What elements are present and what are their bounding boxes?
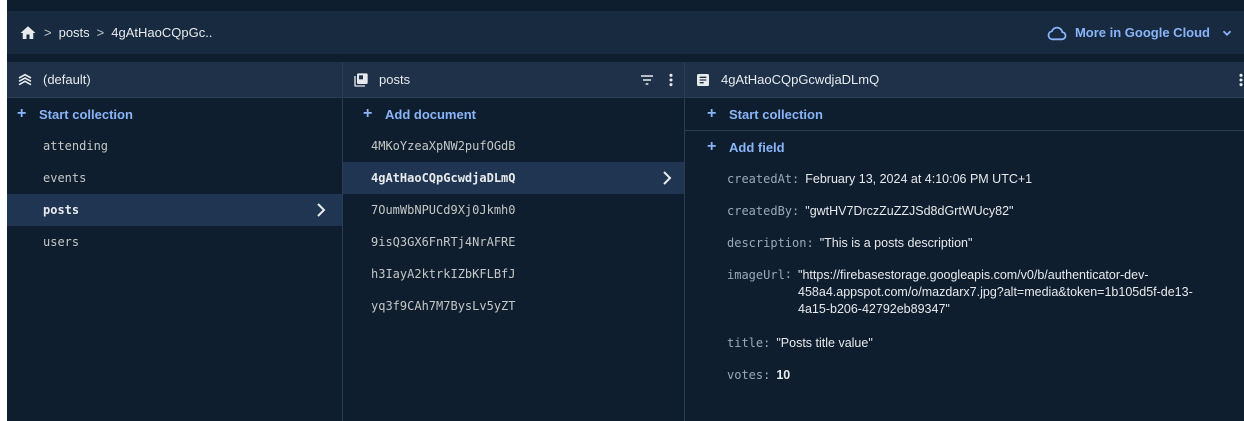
add-document-button[interactable]: + Add document (343, 98, 684, 130)
field-key: imageUrl (727, 268, 785, 282)
field-separator: : (763, 368, 771, 382)
document-item-label: h3IayA2ktrkIZbKFLBfJ (371, 267, 516, 281)
document-item[interactable]: h3IayA2ktrkIZbKFLBfJ (343, 258, 684, 290)
chevron-right-icon: > (96, 25, 105, 40)
field-key: votes (727, 368, 764, 382)
field-row[interactable]: description: "This is a posts description… (685, 227, 1244, 259)
field-key: createdAt (727, 172, 793, 186)
filter-icon[interactable] (638, 72, 656, 88)
start-subcollection-label: Start collection (729, 106, 823, 122)
field-row[interactable]: createdBy: "gwtHV7DrczZuZZJSd8dGrtWUcy82" (685, 195, 1244, 227)
breadcrumb-item-document[interactable]: 4gAtHaoCQpGc.. (111, 25, 212, 40)
breadcrumb: > posts > 4gAtHaoCQpGc.. (7, 24, 212, 42)
more-in-google-cloud-button[interactable]: More in Google Cloud (1046, 11, 1234, 54)
field-key: description (727, 236, 807, 250)
start-subcollection-button[interactable]: + Start collection (685, 98, 1244, 130)
chevron-right-icon (316, 203, 326, 217)
collection-item[interactable]: posts (7, 194, 342, 226)
field-row[interactable]: createdAt: February 13, 2024 at 4:10:06 P… (685, 163, 1244, 195)
plus-icon: + (707, 138, 717, 155)
field-key: title (727, 336, 764, 350)
add-field-button[interactable]: + Add field (685, 131, 1244, 163)
collection-icon (353, 72, 369, 88)
collection-item-label: attending (43, 139, 109, 153)
firestore-console: > posts > 4gAtHaoCQpGc.. More in Google … (7, 0, 1244, 421)
document-item-label: 4gAtHaoCQpGcwdjaDLmQ (371, 171, 516, 185)
document-panel-header: 4gAtHaoCQpGcwdjaDLmQ (685, 62, 1244, 97)
field-separator: : (806, 236, 814, 250)
plus-icon: + (363, 105, 373, 122)
collection-panel-title: posts (379, 72, 411, 87)
document-item-label: 4MKoYzeaXpNW2pufOGdB (371, 139, 516, 153)
field-row[interactable]: title: "Posts title value" (685, 327, 1244, 359)
field-value: 10 (776, 367, 791, 382)
add-document-label: Add document (385, 106, 476, 122)
field-separator: : (784, 267, 793, 281)
chevron-right-icon (662, 171, 672, 185)
root-panel-title: (default) (43, 72, 91, 87)
field-key: createdBy (727, 204, 793, 218)
add-field-label: Add field (729, 139, 785, 155)
root-panel: (default) + Start collection attending ev… (7, 62, 342, 421)
breadcrumb-bar: > posts > 4gAtHaoCQpGc.. More in Google … (7, 11, 1244, 54)
chevron-right-icon: > (44, 25, 52, 40)
collection-item-label: users (43, 235, 80, 249)
collection-item-label: events (43, 171, 87, 185)
document-item-label: 9isQ3GX6FnRTj4NrAFRE (371, 235, 516, 249)
document-panel: 4gAtHaoCQpGcwdjaDLmQ + Start collection … (685, 62, 1244, 421)
document-item[interactable]: 9isQ3GX6FnRTj4NrAFRE (343, 226, 684, 258)
plus-icon: + (17, 105, 27, 122)
start-collection-label: Start collection (39, 106, 133, 122)
collection-item[interactable]: users (7, 226, 342, 258)
breadcrumb-item-collection[interactable]: posts (59, 25, 90, 40)
chevron-down-icon (1220, 26, 1234, 40)
document-icon (695, 72, 711, 88)
document-item[interactable]: 4gAtHaoCQpGcwdjaDLmQ (343, 162, 684, 194)
field-row[interactable]: imageUrl: "https://firebasestorage.google… (685, 259, 1244, 327)
field-value: "This is a posts description" (819, 235, 973, 250)
more-in-google-cloud-label: More in Google Cloud (1074, 25, 1210, 40)
document-item-label: 7OumWbNPUCd9Xj0Jkmh0 (371, 203, 516, 217)
collection-list: attending events posts users (7, 130, 342, 258)
collection-item[interactable]: attending (7, 130, 342, 162)
field-separator: : (792, 172, 800, 186)
collection-item-label: posts (43, 203, 80, 217)
field-value: February 13, 2024 at 4:10:06 PM UTC+1 (805, 171, 1033, 186)
database-icon (17, 72, 33, 88)
collection-panel: posts + Add document 4MKoYzeaXpNW2pufOGd… (343, 62, 684, 421)
more-vert-icon[interactable] (1238, 72, 1244, 88)
home-icon[interactable] (19, 24, 37, 42)
document-panel-title: 4gAtHaoCQpGcwdjaDLmQ (721, 72, 880, 87)
document-item[interactable]: 4MKoYzeaXpNW2pufOGdB (343, 130, 684, 162)
field-separator: : (763, 336, 771, 350)
field-separator: : (792, 204, 800, 218)
collection-panel-header: posts (343, 62, 684, 97)
start-collection-button[interactable]: + Start collection (7, 98, 342, 130)
field-row[interactable]: votes:10 (685, 359, 1244, 391)
collection-tools (638, 62, 674, 97)
cloud-icon (1046, 24, 1068, 42)
document-item-label: yq3f9CAh7M7BysLv5yZT (371, 299, 516, 313)
field-value: "gwtHV7DrczZuZZJSd8dGrtWUcy82" (805, 203, 1014, 218)
field-value: "Posts title value" (776, 335, 873, 350)
collection-item[interactable]: events (7, 162, 342, 194)
root-panel-header: (default) (7, 62, 342, 97)
field-value: "https://firebasestorage.googleapis.com/… (798, 268, 1193, 316)
field-list: createdAt: February 13, 2024 at 4:10:06 P… (685, 163, 1244, 391)
plus-icon: + (707, 105, 717, 122)
document-list: 4MKoYzeaXpNW2pufOGdB 4gAtHaoCQpGcwdjaDLmQ… (343, 130, 684, 322)
document-item[interactable]: 7OumWbNPUCd9Xj0Jkmh0 (343, 194, 684, 226)
document-item[interactable]: yq3f9CAh7M7BysLv5yZT (343, 290, 684, 322)
document-tools (1238, 62, 1244, 97)
more-vert-icon[interactable] (668, 72, 674, 88)
